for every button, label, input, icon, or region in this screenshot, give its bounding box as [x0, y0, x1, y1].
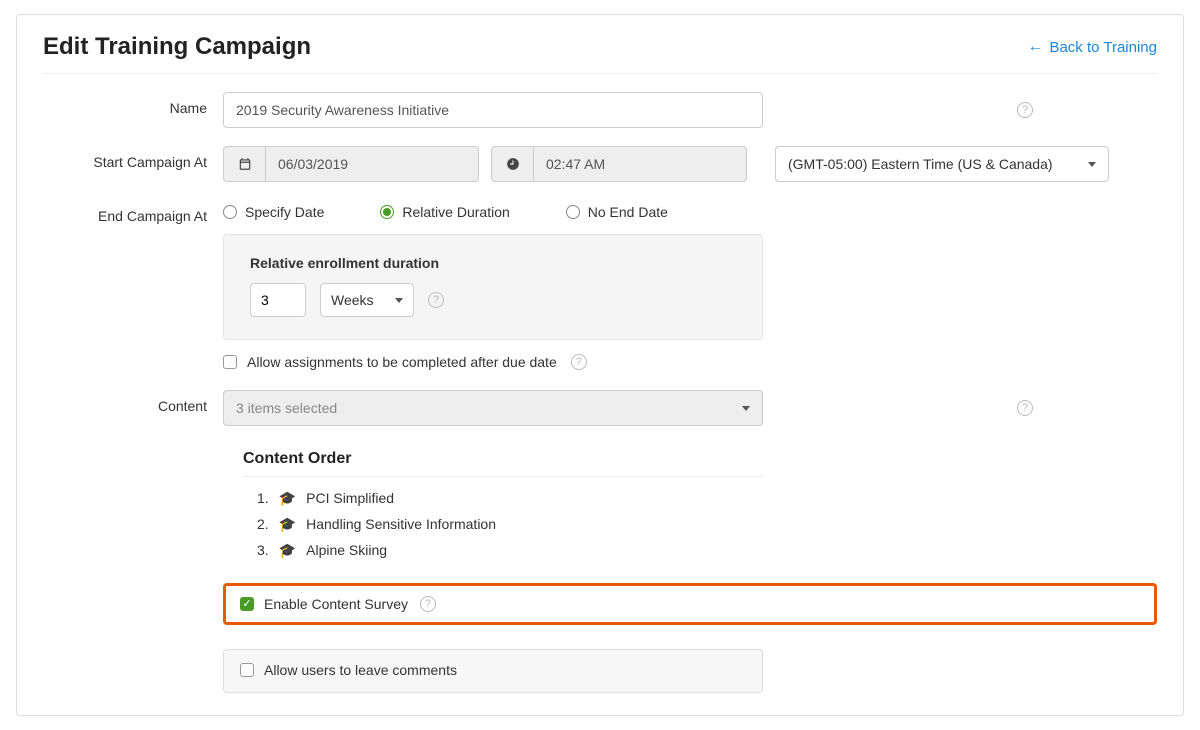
help-icon[interactable]: ?: [428, 292, 444, 308]
enable-content-survey-highlight: ✓ Enable Content Survey ?: [223, 583, 1157, 625]
row-name: Name ?: [43, 92, 1157, 128]
chevron-down-icon: [742, 406, 750, 411]
enable-content-survey-checkbox[interactable]: ✓ Enable Content Survey ?: [240, 596, 436, 612]
row-content: Content 3 items selected ? Content Order…: [43, 390, 1157, 693]
clock-icon: [491, 146, 533, 182]
row-start: Start Campaign At 06/03/2019 02:47 AM (G…: [43, 146, 1157, 182]
back-to-training-link[interactable]: ← Back to Training: [1027, 39, 1157, 56]
timezone-select[interactable]: (GMT-05:00) Eastern Time (US & Canada): [775, 146, 1109, 182]
radio-no-end-date[interactable]: No End Date: [566, 204, 668, 220]
content-multiselect[interactable]: 3 items selected: [223, 390, 763, 426]
relative-duration-box: Relative enrollment duration Weeks ?: [223, 234, 763, 340]
chevron-down-icon: [1088, 162, 1096, 167]
content-item[interactable]: 2. 🎓 Handling Sensitive Information: [223, 511, 1157, 537]
row-end: End Campaign At Specify Date Relative Du…: [43, 200, 1157, 372]
calendar-icon: [223, 146, 265, 182]
radio-icon: [380, 205, 394, 219]
relative-duration-title: Relative enrollment duration: [250, 255, 736, 271]
divider: [243, 476, 763, 477]
start-label: Start Campaign At: [43, 146, 223, 170]
end-label: End Campaign At: [43, 200, 223, 224]
content-label: Content: [43, 390, 223, 414]
help-icon[interactable]: ?: [1017, 400, 1033, 416]
end-options: Specify Date Relative Duration No End Da…: [223, 200, 1157, 220]
chevron-down-icon: [395, 298, 403, 303]
radio-specify-date[interactable]: Specify Date: [223, 204, 324, 220]
content-item[interactable]: 1. 🎓 PCI Simplified: [223, 485, 1157, 511]
start-time-value: 02:47 AM: [533, 146, 747, 182]
checkbox-icon: [240, 663, 254, 677]
help-icon[interactable]: ?: [571, 354, 587, 370]
edit-training-panel: Edit Training Campaign ← Back to Trainin…: [16, 14, 1184, 716]
radio-icon: [566, 205, 580, 219]
content-order-title: Content Order: [243, 450, 1157, 468]
duration-number-input[interactable]: [250, 283, 306, 317]
content-item[interactable]: 3. 🎓 Alpine Skiing: [223, 537, 1157, 563]
content-select-text: 3 items selected: [236, 400, 337, 416]
graduation-cap-icon: 🎓: [279, 517, 296, 531]
help-icon[interactable]: ?: [1017, 102, 1033, 118]
start-date-value: 06/03/2019: [265, 146, 479, 182]
help-icon[interactable]: ?: [420, 596, 436, 612]
allow-comments-checkbox[interactable]: Allow users to leave comments: [240, 662, 457, 678]
checkbox-icon: [223, 355, 237, 369]
panel-header: Edit Training Campaign ← Back to Trainin…: [43, 33, 1157, 74]
graduation-cap-icon: 🎓: [279, 491, 296, 505]
radio-relative-duration[interactable]: Relative Duration: [380, 204, 509, 220]
content-order-section: Content Order 1. 🎓 PCI Simplified 2. 🎓 H…: [223, 440, 1157, 563]
allow-comments-box: Allow users to leave comments: [223, 649, 763, 693]
name-label: Name: [43, 92, 223, 116]
graduation-cap-icon: 🎓: [279, 543, 296, 557]
checkbox-icon: ✓: [240, 597, 254, 611]
radio-icon: [223, 205, 237, 219]
timezone-value: (GMT-05:00) Eastern Time (US & Canada): [788, 156, 1053, 172]
allow-after-due-checkbox[interactable]: Allow assignments to be completed after …: [223, 354, 587, 370]
name-input[interactable]: [223, 92, 763, 128]
duration-unit-select[interactable]: Weeks: [320, 283, 414, 317]
page-title: Edit Training Campaign: [43, 33, 311, 61]
arrow-left-icon: ←: [1027, 39, 1043, 55]
back-link-label: Back to Training: [1049, 39, 1157, 56]
start-time-group[interactable]: 02:47 AM: [491, 146, 747, 182]
start-date-group[interactable]: 06/03/2019: [223, 146, 479, 182]
